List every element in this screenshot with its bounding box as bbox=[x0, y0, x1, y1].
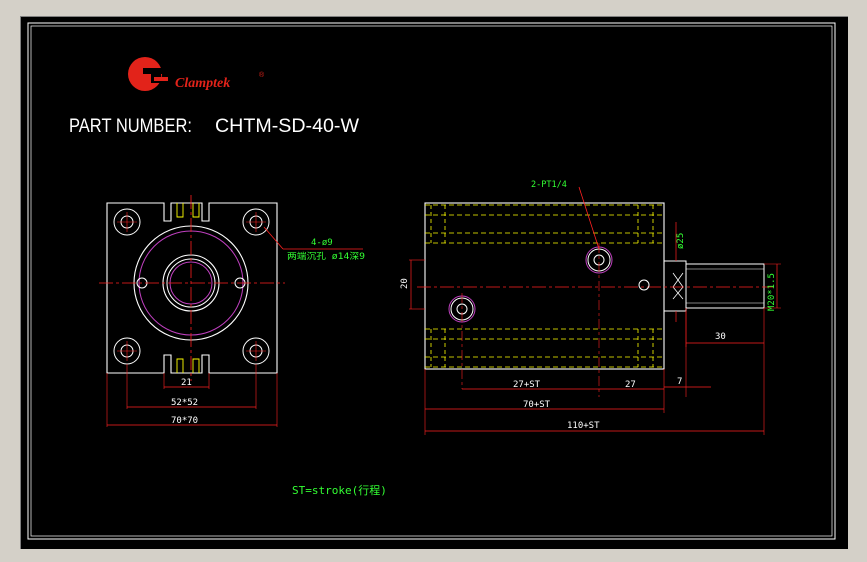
drawing-border-outer bbox=[27, 22, 836, 540]
cad-window-frame: Clamptek ® PART NUMBER: CHTM-SD-40-W 4-ø… bbox=[0, 0, 867, 562]
drawing-viewport[interactable]: Clamptek ® PART NUMBER: CHTM-SD-40-W 4-ø… bbox=[20, 16, 848, 549]
side-hidden-bottom bbox=[425, 328, 664, 368]
dim-20: 20 bbox=[400, 278, 410, 289]
dim-110-st: 110+ST bbox=[567, 421, 600, 431]
dim-21: 21 bbox=[181, 378, 192, 388]
logo-text: Clamptek bbox=[175, 76, 230, 91]
hole-note-line1: 4-ø9 bbox=[311, 238, 333, 248]
side-screw bbox=[638, 279, 650, 291]
side-hidden-top bbox=[425, 204, 664, 244]
dim-rod-dia: ø25 bbox=[676, 233, 686, 249]
side-body-outline bbox=[424, 202, 665, 370]
side-hidden-verticals bbox=[430, 205, 654, 367]
front-view: 4-ø9 两端沉孔 ø14深9 21 52*52 70*70 bbox=[99, 195, 365, 427]
registered-mark: ® bbox=[259, 71, 265, 79]
front-bottom-slots bbox=[176, 358, 200, 373]
dim-thread: M20*1.5 bbox=[767, 273, 777, 311]
dim-70x70: 70*70 bbox=[171, 416, 198, 426]
drawing-border-inner bbox=[30, 25, 833, 537]
hole-note-leader bbox=[263, 226, 284, 250]
part-number-label: PART NUMBER: bbox=[69, 116, 192, 137]
stroke-note: ST=stroke(行程) bbox=[292, 484, 387, 497]
rod-thread-body bbox=[685, 263, 765, 309]
hole-note-line2: 两端沉孔 ø14深9 bbox=[287, 251, 365, 262]
dim-27: 27 bbox=[625, 380, 636, 390]
dim-70-st: 70+ST bbox=[523, 400, 551, 410]
dim-7: 7 bbox=[677, 377, 682, 387]
rod-flats bbox=[672, 272, 684, 300]
dim-52x52: 52*52 bbox=[171, 398, 198, 408]
side-view: 2-PT1/4 20 ø25 M20*1.5 30 27+ST 27 7 70+… bbox=[400, 180, 781, 435]
dim-30: 30 bbox=[715, 332, 726, 342]
dim-27-st: 27+ST bbox=[513, 380, 541, 390]
port-note-leader bbox=[578, 186, 600, 250]
front-top-slots bbox=[176, 203, 200, 218]
port-note: 2-PT1/4 bbox=[531, 180, 567, 190]
part-number-value: CHTM-SD-40-W bbox=[215, 116, 359, 137]
clamptek-logo: Clamptek ® bbox=[128, 57, 265, 91]
technical-drawing: Clamptek ® PART NUMBER: CHTM-SD-40-W 4-ø… bbox=[27, 22, 836, 540]
